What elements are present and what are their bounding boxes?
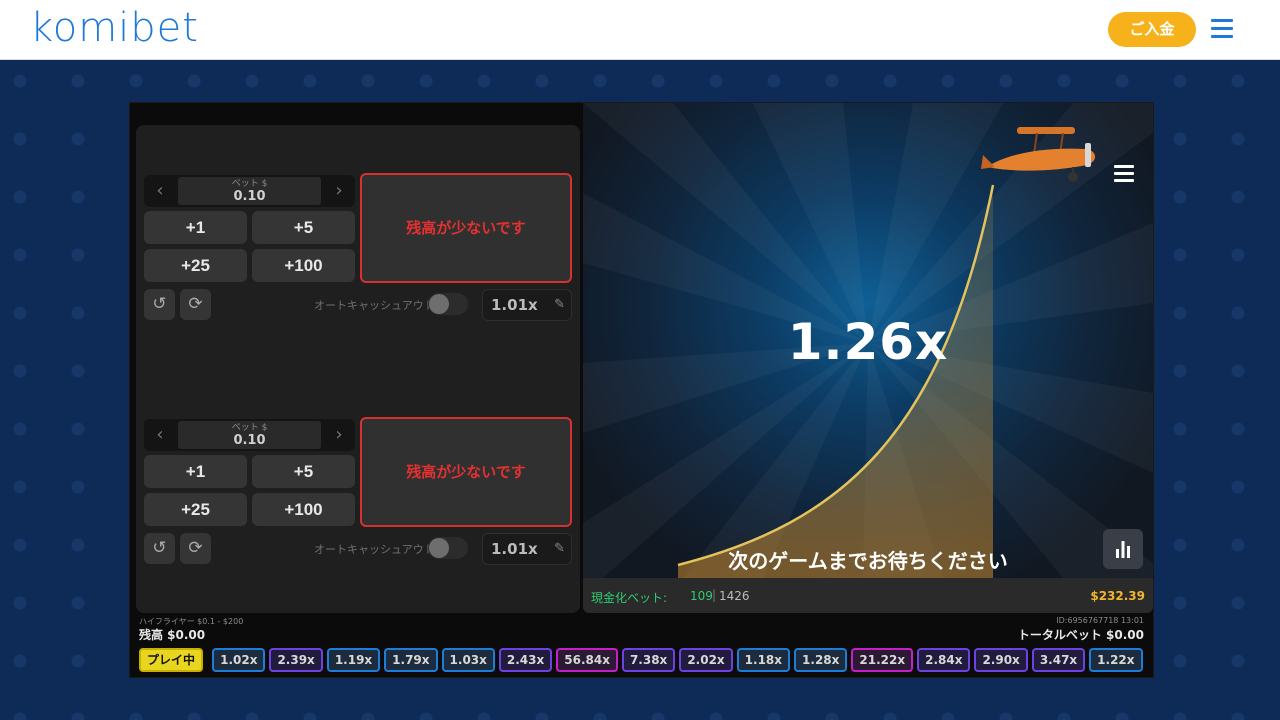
airplane-icon [981,127,1096,182]
bet-column: ‹ ベット $ 0.10 › +1 +5 +25 +100 残高が少ないです ↺… [136,125,580,613]
bar-chart-icon [1116,541,1130,558]
bet-panel-1: ‹ ベット $ 0.10 › +1 +5 +25 +100 残高が少ないです ↺… [144,173,574,325]
bet-amount-value: 0.10 [233,189,266,204]
auto-cashout-toggle[interactable] [428,537,468,559]
history-chip[interactable]: 2.39x [269,648,323,672]
chevron-right-icon[interactable]: › [323,419,355,451]
history-chip[interactable]: 21.22x [851,648,914,672]
chip-plus-100[interactable]: +100 [252,249,355,282]
stats-button[interactable] [1103,529,1143,569]
history-chip[interactable]: 2.43x [498,648,553,672]
bet-amount-field[interactable]: ベット $ 0.10 [178,421,321,449]
komibet-logo[interactable]: komibet [30,6,199,50]
total-count: 1426 [719,589,750,603]
hamburger-icon[interactable] [1211,19,1233,39]
chevron-left-icon[interactable]: ‹ [144,175,176,207]
waiting-message: 次のゲームまでお待ちください [728,549,1008,573]
auto-cashout-value: 1.01x [491,296,538,314]
cashed-count: 109 [690,589,713,603]
undo-icon[interactable]: ↺ [144,289,175,320]
auto-cashout-input[interactable]: 1.01x ✎ [482,533,572,565]
round-id: ID:6956767718 13:01 [1056,616,1144,625]
balance: 残高 $0.00 [139,628,206,642]
game-frame: ‹ ベット $ 0.10 › +1 +5 +25 +100 残高が少ないです ↺… [129,102,1154,678]
pencil-icon: ✎ [554,541,565,556]
multiplier-history: プレイ中 1.02x 2.39x 1.19x 1.79x 1.03x 2.43x 56.84… [139,648,1147,674]
auto-cashout-label: オートキャッシュアウト [314,299,435,312]
history-chip[interactable]: 1.02x [212,648,266,672]
pencil-icon: ✎ [554,297,565,312]
chip-plus-1[interactable]: +1 [144,455,247,488]
history-chip[interactable]: 1.03x [441,648,495,672]
chevron-left-icon[interactable]: ‹ [144,419,176,451]
total-bet: トータルベット $0.00 [1017,628,1144,642]
insufficient-balance-button[interactable]: 残高が少ないです [360,173,572,283]
auto-cashout-toggle[interactable] [428,293,468,315]
repeat-icon[interactable]: ⟳ [180,533,211,564]
cashed-bets-label: 現金化ベット: [591,591,668,605]
history-chip[interactable]: 3.47x [1031,648,1086,672]
history-chip[interactable]: 2.02x [679,648,733,672]
current-multiplier: 1.26x [787,313,949,371]
chevron-right-icon[interactable]: › [323,175,355,207]
history-chip[interactable]: 1.18x [736,648,791,672]
chip-plus-5[interactable]: +5 [252,211,355,244]
auto-cashout-label: オートキャッシュアウト [314,543,435,556]
playing-badge: プレイ中 [139,648,203,672]
history-chip[interactable]: 2.84x [917,648,971,672]
history-chip[interactable]: 1.22x [1089,648,1143,672]
history-chip[interactable]: 2.90x [974,648,1028,672]
undo-icon[interactable]: ↺ [144,533,175,564]
bet-amount-value: 0.10 [233,433,266,448]
history-chip[interactable]: 1.79x [384,648,438,672]
bet-stepper: ‹ ベット $ 0.10 › [144,175,355,207]
count-separator: | [712,588,717,602]
cashout-bar: 現金化ベット: 109 | 1426 $232.39 [583,578,1153,613]
auto-cashout-input[interactable]: 1.01x ✎ [482,289,572,321]
chip-plus-25[interactable]: +25 [144,493,247,526]
chip-plus-25[interactable]: +25 [144,249,247,282]
deposit-button[interactable]: ご入金 [1108,12,1196,47]
game-menu-icon[interactable] [1107,155,1141,189]
history-chip[interactable]: 1.28x [794,648,848,672]
insufficient-balance-button[interactable]: 残高が少ないです [360,417,572,527]
auto-cashout-value: 1.01x [491,540,538,558]
site-header: komibet ご入金 [0,0,1280,60]
cashed-amount: $232.39 [1090,589,1145,603]
history-chip[interactable]: 1.19x [326,648,381,672]
bet-amount-field[interactable]: ベット $ 0.10 [178,177,321,205]
repeat-icon[interactable]: ⟳ [180,289,211,320]
bet-panel-2: ‹ ベット $ 0.10 › +1 +5 +25 +100 残高が少ないです ↺… [144,417,574,569]
chip-plus-5[interactable]: +5 [252,455,355,488]
chip-plus-1[interactable]: +1 [144,211,247,244]
history-chip[interactable]: 7.38x [621,648,676,672]
bet-stepper: ‹ ベット $ 0.10 › [144,419,355,451]
chip-plus-100[interactable]: +100 [252,493,355,526]
history-chip[interactable]: 56.84x [556,648,618,672]
game-canvas: 1.26x 次のゲームまでお待ちください [583,103,1153,578]
